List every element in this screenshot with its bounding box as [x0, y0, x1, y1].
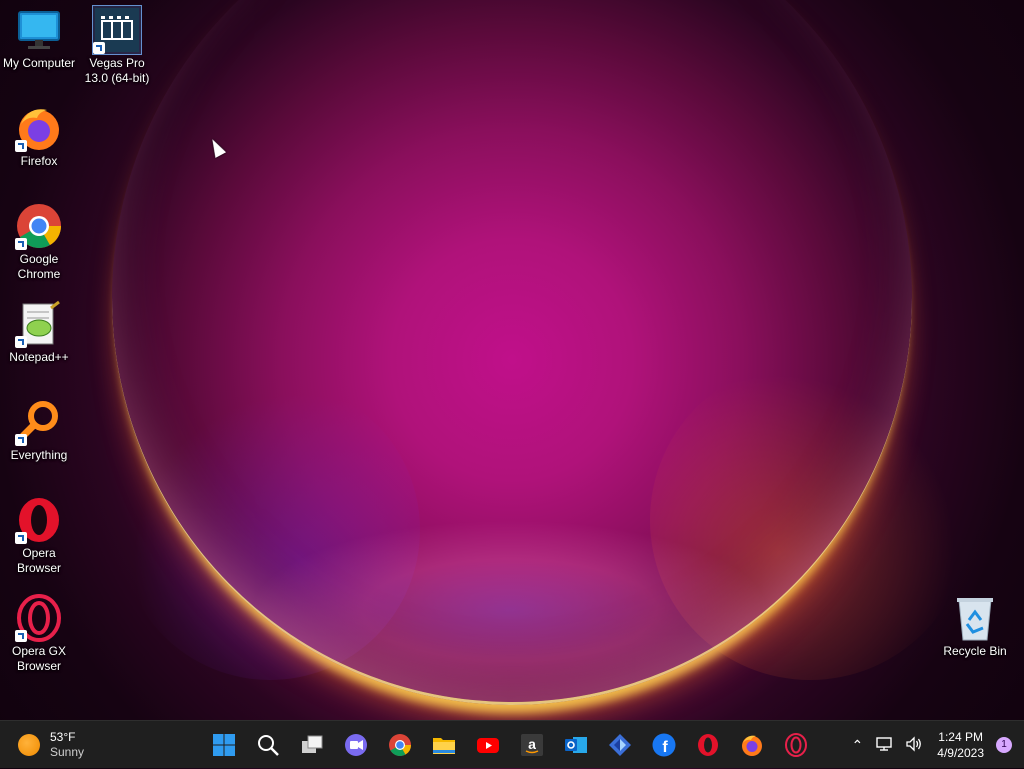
recycle-bin-icon [951, 594, 999, 642]
firefox-icon [15, 104, 63, 152]
taskbar-file-explorer-button[interactable] [422, 725, 466, 765]
desktop-icon-everything[interactable]: Everything [1, 398, 77, 463]
monitor-icon [15, 6, 63, 54]
desktop-icon-label: Opera Browser [16, 546, 61, 575]
folder-icon [432, 733, 456, 757]
shortcut-arrow-icon [15, 336, 27, 348]
desktop[interactable]: My Computer Vegas Pro 13.0 (64-bit) Fire… [0, 0, 1024, 720]
opera-icon [15, 496, 63, 544]
notification-badge[interactable]: 1 [996, 737, 1012, 753]
weather-condition: Sunny [50, 745, 85, 759]
svg-text:f: f [662, 739, 668, 756]
shortcut-arrow-icon [15, 140, 27, 152]
shortcut-arrow-icon [15, 532, 27, 544]
clock-date: 4/9/2023 [937, 746, 984, 760]
desktop-icon-label: Google Chrome [17, 252, 61, 281]
taskbar-amazon-button[interactable]: a [510, 725, 554, 765]
desktop-icon-firefox[interactable]: Firefox [1, 104, 77, 169]
sun-icon [18, 734, 40, 756]
shortcut-arrow-icon [15, 238, 27, 250]
system-tray: ⌃ 1:24 PM 4/9/2023 1 [846, 721, 1024, 769]
photos-icon [608, 733, 632, 757]
magnifier-search-icon [15, 398, 63, 446]
desktop-icon-opera-browser[interactable]: Opera Browser [1, 496, 77, 576]
desktop-icon-label: Everything [10, 448, 68, 462]
chrome-icon [388, 733, 412, 757]
desktop-icon-label: Firefox [20, 154, 58, 168]
search-icon [256, 733, 280, 757]
opera-gx-icon [784, 733, 808, 757]
taskbar-pinned-apps: a f [202, 725, 818, 765]
desktop-icon-recycle-bin[interactable]: Recycle Bin [937, 594, 1013, 659]
taskbar-outlook-button[interactable] [554, 725, 598, 765]
clock-time: 1:24 PM [938, 730, 983, 744]
volume-speaker-icon[interactable] [905, 735, 923, 755]
shortcut-arrow-icon [15, 434, 27, 446]
teams-chat-icon [344, 733, 368, 757]
desktop-icon-label: Opera GX Browser [11, 644, 67, 673]
task-view-button[interactable] [290, 725, 334, 765]
firefox-icon [740, 733, 764, 757]
taskbar-facebook-button[interactable]: f [642, 725, 686, 765]
youtube-icon [476, 733, 500, 757]
desktop-icon-notepad-plus-plus[interactable]: Notepad++ [1, 300, 77, 365]
taskbar-opera-gx-button[interactable] [774, 725, 818, 765]
facebook-icon: f [652, 733, 676, 757]
amazon-icon: a [520, 733, 544, 757]
desktop-icon-google-chrome[interactable]: Google Chrome [1, 202, 77, 282]
weather-temperature: 53°F [50, 730, 76, 744]
taskbar-youtube-button[interactable] [466, 725, 510, 765]
taskbar-firefox-button[interactable] [730, 725, 774, 765]
taskbar-chrome-button[interactable] [378, 725, 422, 765]
task-view-icon [300, 733, 324, 757]
desktop-icon-label: My Computer [2, 56, 76, 70]
film-strip-icon [92, 5, 142, 55]
svg-text:a: a [528, 736, 536, 752]
chrome-icon [15, 202, 63, 250]
show-hidden-icons-chevron-up-icon[interactable]: ⌃ [852, 737, 864, 754]
desktop-icon-label: Vegas Pro 13.0 (64-bit) [84, 56, 150, 85]
shortcut-arrow-icon [15, 630, 27, 642]
taskbar: 53°F Sunny a f ⌃ 1:24 PM 4/9/2023 1 [0, 720, 1024, 768]
desktop-icon-vegas-pro[interactable]: Vegas Pro 13.0 (64-bit) [79, 5, 155, 86]
desktop-icon-label: Notepad++ [9, 350, 69, 364]
opera-icon [696, 733, 720, 757]
taskbar-photos-button[interactable] [598, 725, 642, 765]
network-icon[interactable] [875, 736, 893, 755]
shortcut-arrow-icon [93, 42, 105, 54]
weather-widget[interactable]: 53°F Sunny [18, 727, 84, 763]
notepad-plus-plus-icon [15, 300, 63, 348]
wallpaper-glow-bottom [250, 520, 770, 700]
start-button[interactable] [202, 725, 246, 765]
desktop-icon-my-computer[interactable]: My Computer [1, 6, 77, 71]
desktop-icon-label: Recycle Bin [943, 644, 1007, 658]
opera-gx-icon [15, 594, 63, 642]
outlook-icon [564, 733, 588, 757]
desktop-icon-opera-gx-browser[interactable]: Opera GX Browser [1, 594, 77, 674]
chat-button[interactable] [334, 725, 378, 765]
search-button[interactable] [246, 725, 290, 765]
taskbar-opera-button[interactable] [686, 725, 730, 765]
taskbar-clock[interactable]: 1:24 PM 4/9/2023 [937, 729, 984, 761]
windows-logo-icon [212, 733, 236, 757]
